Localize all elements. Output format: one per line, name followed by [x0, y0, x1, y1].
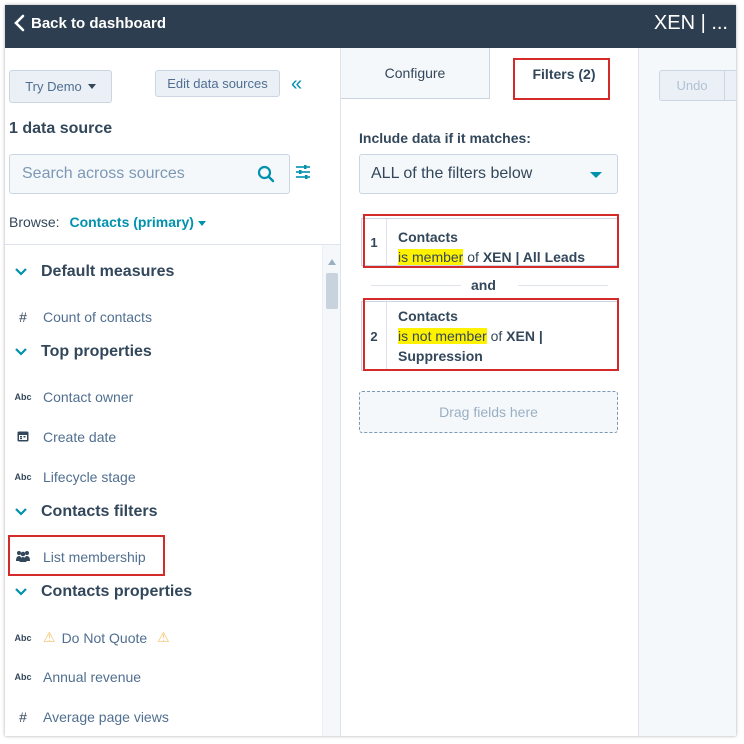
annotation-highlight-filter-1	[363, 214, 619, 268]
report-builder-window: Back to dashboard XEN | ... Try Demo Edi…	[5, 5, 736, 736]
try-demo-button[interactable]: Try Demo	[9, 70, 112, 103]
text-type-icon: Abc	[14, 472, 32, 482]
section-title: Contacts filters	[41, 503, 158, 520]
text-type-icon: Abc	[14, 392, 32, 402]
match-mode-value: ALL of the filters below	[371, 165, 533, 182]
and-label: and	[471, 277, 496, 293]
chevron-down-icon	[15, 508, 27, 516]
number-type-icon: #	[19, 709, 27, 725]
property-count-of-contacts[interactable]: # Count of contacts	[13, 309, 152, 325]
number-type-icon: #	[19, 309, 27, 325]
tab-label: Configure	[384, 65, 446, 81]
warning-icon: ⚠	[43, 629, 56, 645]
drag-fields-dropzone[interactable]: Drag fields here	[359, 391, 618, 433]
section-title: Default measures	[41, 263, 175, 280]
property-do-not-quote[interactable]: Abc ⚠ Do Not Quote ⚠	[13, 629, 170, 646]
property-label: Create date	[43, 429, 117, 445]
tab-configure[interactable]: Configure	[341, 48, 490, 98]
edit-data-sources-label: Edit data sources	[167, 76, 268, 91]
warning-icon: ⚠	[157, 629, 170, 645]
search-input[interactable]	[20, 164, 254, 184]
annotation-highlight-list-membership	[8, 535, 165, 576]
chevron-down-icon	[15, 588, 27, 596]
caret-down-icon	[197, 220, 206, 226]
separator-line	[518, 285, 608, 286]
property-contact-owner[interactable]: Abc Contact owner	[13, 389, 133, 405]
undo-redo-group: Undo	[659, 70, 736, 101]
undo-label: Undo	[676, 78, 708, 93]
top-navigation-bar: Back to dashboard XEN | ...	[5, 5, 736, 48]
browse-value: Contacts (primary)	[69, 214, 194, 230]
chevron-left-icon	[14, 14, 25, 32]
report-title: XEN | ...	[653, 12, 728, 34]
chevron-down-icon	[15, 268, 27, 276]
caret-down-icon	[87, 84, 96, 89]
data-sources-panel: Try Demo Edit data sources « 1 data sour…	[5, 48, 341, 736]
calendar-icon	[13, 430, 33, 444]
filter-settings-icon[interactable]	[295, 164, 311, 180]
section-top-properties[interactable]: Top properties	[15, 343, 152, 361]
scroll-thumb[interactable]	[326, 273, 338, 309]
annotation-highlight-filters-tab	[513, 58, 610, 100]
section-default-measures[interactable]: Default measures	[15, 263, 174, 281]
dropzone-label: Drag fields here	[439, 404, 538, 420]
property-label: Average page views	[43, 709, 169, 725]
section-title: Contacts properties	[41, 583, 193, 600]
include-label: Include data if it matches:	[359, 130, 531, 146]
property-list-scrollbar[interactable]	[322, 245, 341, 736]
chevron-down-icon	[15, 348, 27, 356]
property-create-date[interactable]: Create date	[13, 429, 116, 445]
try-demo-label: Try Demo	[25, 79, 82, 94]
property-average-page-views[interactable]: # Average page views	[13, 709, 169, 725]
browse-selector: Browse: Contacts (primary)	[9, 214, 206, 230]
config-panel: Configure Filters (2) Include data if it…	[341, 48, 638, 736]
text-type-icon: Abc	[14, 672, 32, 682]
property-lifecycle-stage[interactable]: Abc Lifecycle stage	[13, 469, 136, 485]
collapse-panel-icon[interactable]: «	[291, 73, 302, 96]
annotation-highlight-filter-2	[363, 298, 619, 371]
text-type-icon: Abc	[14, 632, 32, 643]
property-list: Default measures # Count of contacts Top…	[5, 245, 322, 736]
property-label: Do Not Quote	[61, 629, 148, 646]
browse-label: Browse:	[9, 214, 60, 230]
property-label: Contact owner	[43, 389, 134, 405]
preview-panel: Undo	[638, 48, 736, 736]
property-label: Annual revenue	[43, 669, 142, 685]
section-contacts-properties[interactable]: Contacts properties	[15, 583, 192, 601]
back-link-label: Back to dashboard	[31, 14, 167, 32]
search-icon[interactable]	[257, 165, 275, 183]
undo-button[interactable]: Undo	[660, 71, 725, 100]
property-annual-revenue[interactable]: Abc Annual revenue	[13, 669, 141, 685]
separator-line	[371, 285, 461, 286]
section-contacts-filters[interactable]: Contacts filters	[15, 503, 157, 521]
section-title: Top properties	[41, 343, 152, 360]
match-mode-select[interactable]: ALL of the filters below	[359, 154, 618, 194]
property-label: Count of contacts	[43, 309, 152, 325]
scroll-up-icon[interactable]	[328, 259, 336, 265]
search-box	[9, 154, 290, 194]
property-label: Lifecycle stage	[43, 469, 136, 485]
browse-dropdown[interactable]: Contacts (primary)	[69, 214, 206, 230]
back-to-dashboard-link[interactable]: Back to dashboard	[13, 14, 166, 32]
and-separator: and	[371, 276, 608, 296]
dropdown-arrow-icon	[590, 172, 602, 178]
data-source-count: 1 data source	[9, 120, 113, 137]
edit-data-sources-button[interactable]: Edit data sources	[155, 70, 280, 97]
